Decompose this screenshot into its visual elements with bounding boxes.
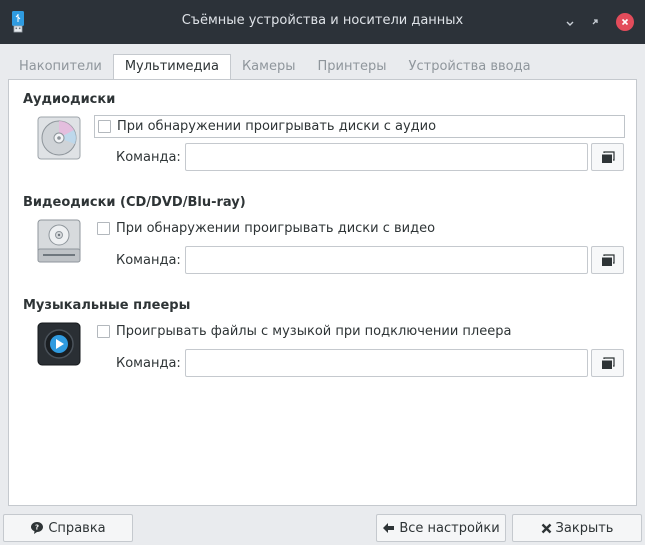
audio-cd-icon	[37, 116, 81, 160]
autoplay-video-row[interactable]: При обнаружении проигрывать диски с виде…	[94, 217, 625, 240]
player-command-label: Команда:	[116, 356, 181, 371]
tab-input-devices[interactable]: Устройства ввода	[398, 54, 542, 79]
player-command-input[interactable]	[185, 349, 588, 377]
maximize-icon	[592, 19, 598, 25]
tab-multimedia[interactable]: Мультимедиа	[112, 54, 231, 80]
help-button-label: Справка	[48, 520, 106, 536]
autoplay-audio-label: При обнаружении проигрывать диски с ауди…	[117, 119, 437, 134]
tab-cameras[interactable]: Камеры	[231, 54, 307, 79]
section-title-video: Видеодиски (CD/DVD/Blu-ray)	[23, 195, 246, 210]
autoplay-video-label: При обнаружении проигрывать диски с виде…	[116, 221, 436, 236]
optical-drive-icon	[37, 219, 81, 263]
folder-icon	[601, 150, 615, 163]
video-command-input[interactable]	[185, 246, 588, 274]
audio-command-label: Команда:	[116, 150, 181, 165]
window-title: Съёмные устройства и носители данных	[181, 13, 464, 28]
title-bar: Съёмные устройства и носители данных	[0, 0, 645, 44]
audio-command-input[interactable]	[185, 143, 588, 171]
close-icon	[621, 18, 629, 26]
autoplay-player-label: Проигрывать файлы с музыкой при подключе…	[116, 324, 512, 339]
autoplay-player-checkbox[interactable]	[97, 325, 110, 338]
autoplay-video-checkbox[interactable]	[97, 222, 110, 235]
tab-bar: Накопители Мультимедиа Камеры Принтеры У…	[8, 54, 542, 80]
audio-browse-button[interactable]	[591, 143, 624, 171]
section-title-audio: Аудиодиски	[23, 92, 116, 107]
video-browse-button[interactable]	[591, 246, 624, 274]
all-settings-button-label: Все настройки	[399, 520, 500, 536]
close-button[interactable]: Закрыть	[512, 514, 642, 542]
minimize-button[interactable]	[562, 14, 578, 30]
folder-icon	[601, 253, 615, 266]
autoplay-audio-checkbox[interactable]	[98, 120, 111, 133]
svg-text:?: ?	[35, 524, 39, 532]
tab-printers[interactable]: Принтеры	[306, 54, 397, 79]
section-title-player: Музыкальные плееры	[23, 298, 191, 313]
media-player-icon	[37, 322, 81, 366]
close-x-icon	[541, 523, 552, 534]
all-settings-button[interactable]: Все настройки	[376, 514, 506, 542]
autoplay-player-row[interactable]: Проигрывать файлы с музыкой при подключе…	[94, 320, 625, 343]
video-command-label: Команда:	[116, 253, 181, 268]
minimize-icon	[566, 21, 574, 26]
help-button[interactable]: ? Справка	[3, 514, 133, 542]
back-arrow-icon	[382, 522, 395, 534]
help-icon: ?	[30, 521, 44, 535]
multimedia-panel: Аудиодиски При обнаружении проигрывать д…	[8, 79, 637, 506]
tab-storage[interactable]: Накопители	[8, 54, 113, 79]
autoplay-audio-row[interactable]: При обнаружении проигрывать диски с ауди…	[94, 115, 625, 138]
maximize-button[interactable]	[587, 14, 603, 30]
close-window-button[interactable]	[616, 13, 634, 31]
folder-icon	[601, 356, 615, 369]
close-button-label: Закрыть	[555, 520, 614, 536]
player-browse-button[interactable]	[591, 349, 624, 377]
